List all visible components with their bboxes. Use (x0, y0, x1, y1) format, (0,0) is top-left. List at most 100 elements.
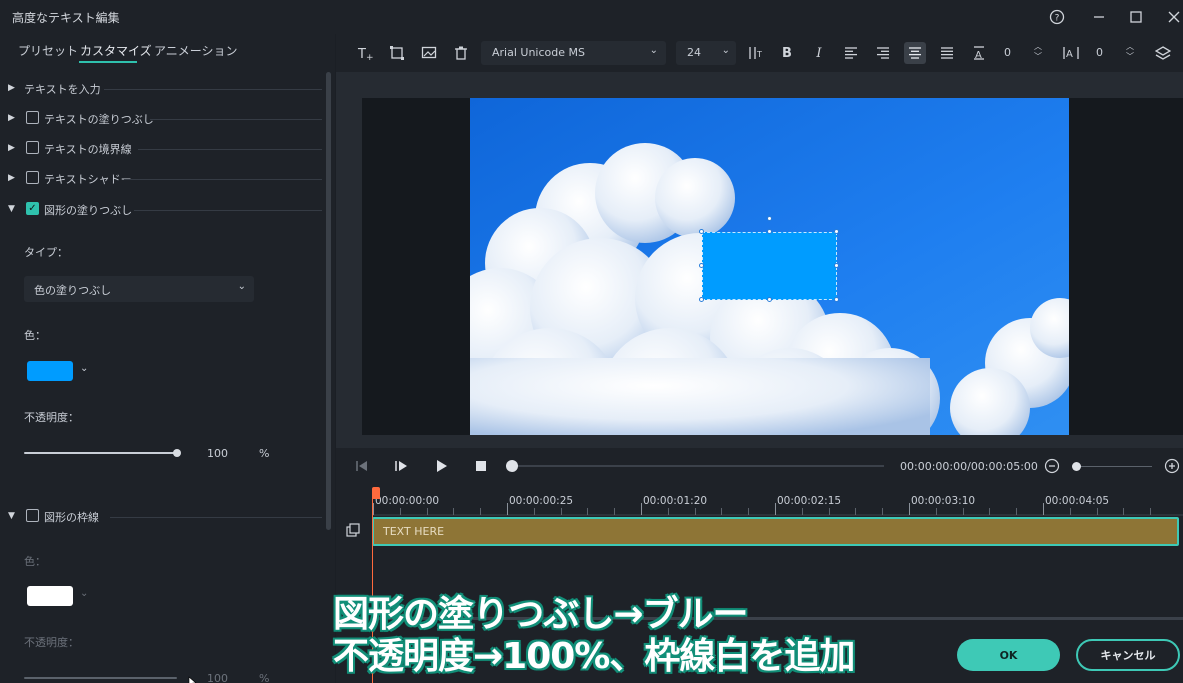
tab-customize[interactable]: カスタマイズ (80, 42, 152, 59)
align-justify-icon[interactable] (936, 42, 958, 64)
char-spacing-icon[interactable]: A (1060, 42, 1082, 64)
border-color-swatch[interactable] (27, 586, 73, 606)
align-center-icon[interactable] (904, 42, 926, 64)
text-shadow-checkbox[interactable] (26, 171, 39, 184)
fill-opacity-slider[interactable] (24, 452, 177, 454)
zoom-in-icon[interactable] (1164, 458, 1180, 478)
shape-border-checkbox[interactable] (26, 509, 39, 522)
chevron-down-icon[interactable]: ⌄ (80, 363, 88, 374)
expand-icon[interactable]: ▶ (8, 143, 15, 153)
add-shape-icon[interactable] (386, 42, 408, 64)
font-size-dropdown[interactable]: 24 ⌄ (676, 41, 736, 65)
zoom-out-icon[interactable] (1044, 458, 1060, 478)
title-bar: 高度なテキスト編集 ? (0, 0, 1183, 34)
spinner-arrows-icon[interactable]: ︿ ﹀ (1126, 42, 1134, 62)
fill-color-label: 色： (24, 329, 46, 342)
resize-handle[interactable] (834, 229, 839, 234)
expand-icon[interactable]: ▶ (8, 113, 15, 123)
svg-text:+: + (366, 53, 373, 61)
add-text-icon[interactable]: T + (354, 42, 376, 64)
minimize-icon[interactable] (1087, 6, 1111, 28)
align-right-icon[interactable] (872, 42, 894, 64)
collapse-icon[interactable]: ▼ (8, 511, 15, 521)
ruler-tick (909, 503, 910, 515)
ruler-tick (775, 503, 776, 515)
next-frame-icon[interactable] (394, 459, 408, 477)
expand-icon[interactable]: ▶ (8, 83, 15, 93)
spinner-arrows-icon[interactable]: ︿ ﹀ (1034, 42, 1042, 62)
panel-scrollbar[interactable] (326, 72, 331, 530)
timeline-ruler[interactable] (372, 514, 1183, 516)
fill-type-dropdown[interactable]: 色の塗りつぶし ⌄ (24, 276, 254, 302)
zoom-slider-thumb[interactable] (1072, 462, 1081, 471)
help-icon[interactable]: ? (1045, 6, 1069, 28)
align-left-icon[interactable] (840, 42, 862, 64)
timeline-tick-label: 00:00:02:15 (777, 495, 842, 507)
playhead-handle[interactable] (372, 487, 380, 499)
fill-opacity-slider-thumb[interactable] (173, 449, 181, 457)
section-text-fill[interactable]: ▶ テキストの塗りつぶし (0, 104, 322, 134)
play-icon[interactable] (435, 459, 449, 477)
divider (104, 89, 322, 90)
ruler-tick (399, 508, 401, 515)
resize-handle[interactable] (767, 297, 772, 302)
shape-rectangle[interactable] (702, 232, 837, 300)
playback-progress-track[interactable] (512, 465, 884, 467)
resize-handle[interactable] (834, 297, 839, 302)
border-opacity-slider[interactable] (24, 677, 177, 679)
line-spacing-input[interactable]: 0 ︿ ﹀ (996, 41, 1044, 65)
section-text-border[interactable]: ▶ テキストの境界線 (0, 134, 322, 164)
chevron-down-icon[interactable]: ⌄ (80, 588, 88, 599)
mouse-cursor-icon (188, 672, 198, 683)
ruler-tick (373, 503, 374, 515)
tab-presets[interactable]: プリセット (18, 42, 78, 59)
prev-frame-icon[interactable] (355, 459, 369, 477)
ruler-tick (480, 508, 482, 515)
text-direction-icon[interactable]: T (744, 42, 766, 64)
tab-animation[interactable]: アニメーション (154, 42, 238, 59)
close-icon[interactable] (1162, 6, 1183, 28)
ok-button[interactable]: OK (957, 639, 1060, 671)
maximize-icon[interactable] (1124, 6, 1148, 28)
collapse-icon[interactable]: ▼ (8, 204, 15, 214)
add-image-icon[interactable] (418, 42, 440, 64)
delete-icon[interactable] (450, 42, 472, 64)
text-fill-checkbox[interactable] (26, 111, 39, 124)
ruler-tick (748, 508, 750, 515)
section-label: テキストシャドー (44, 173, 132, 186)
fill-color-swatch[interactable] (27, 361, 73, 381)
font-family-dropdown[interactable]: Arial Unicode MS ⌄ (481, 41, 666, 65)
playback-progress-thumb[interactable] (506, 460, 518, 472)
section-shape-fill[interactable]: ▼ ✓ 図形の塗りつぶし (0, 195, 322, 225)
section-label: 図形の塗りつぶし (44, 204, 133, 217)
zoom-slider[interactable] (1076, 466, 1152, 467)
resize-handle[interactable] (767, 229, 772, 234)
expand-icon[interactable]: ▶ (8, 173, 15, 183)
resize-handle[interactable] (699, 229, 704, 234)
italic-icon[interactable]: I (808, 42, 830, 64)
shape-fill-checkbox[interactable]: ✓ (26, 202, 39, 215)
svg-text:?: ? (1055, 14, 1060, 24)
border-color-label: 色： (24, 555, 46, 568)
section-shape-border[interactable]: ▼ 図形の枠線 (0, 502, 322, 532)
chevron-down-icon: ⌄ (649, 45, 658, 56)
line-spacing-icon[interactable]: A (968, 42, 990, 64)
section-text-shadow[interactable]: ▶ テキストシャドー (0, 164, 322, 194)
resize-handle[interactable] (699, 263, 704, 268)
border-opacity-value[interactable]: 100 (207, 672, 228, 683)
fill-opacity-value[interactable]: 100 (207, 447, 228, 460)
active-tab-indicator (79, 61, 137, 63)
text-border-checkbox[interactable] (26, 141, 39, 154)
section-text-input[interactable]: ▶ テキストを入力 (0, 74, 322, 104)
cancel-button[interactable]: キャンセル (1076, 639, 1180, 671)
resize-handle[interactable] (699, 297, 704, 302)
type-label: タイプ： (24, 246, 68, 259)
text-clip[interactable]: TEXT HERE (372, 517, 1179, 546)
rotate-handle[interactable] (767, 216, 772, 221)
char-spacing-input[interactable]: 0 ︿ ﹀ (1088, 41, 1136, 65)
layers-icon[interactable] (1152, 42, 1174, 64)
section-label: テキストの境界線 (44, 143, 132, 156)
resize-handle[interactable] (834, 263, 839, 268)
bold-icon[interactable]: B (776, 42, 798, 64)
stop-icon[interactable] (475, 460, 487, 476)
